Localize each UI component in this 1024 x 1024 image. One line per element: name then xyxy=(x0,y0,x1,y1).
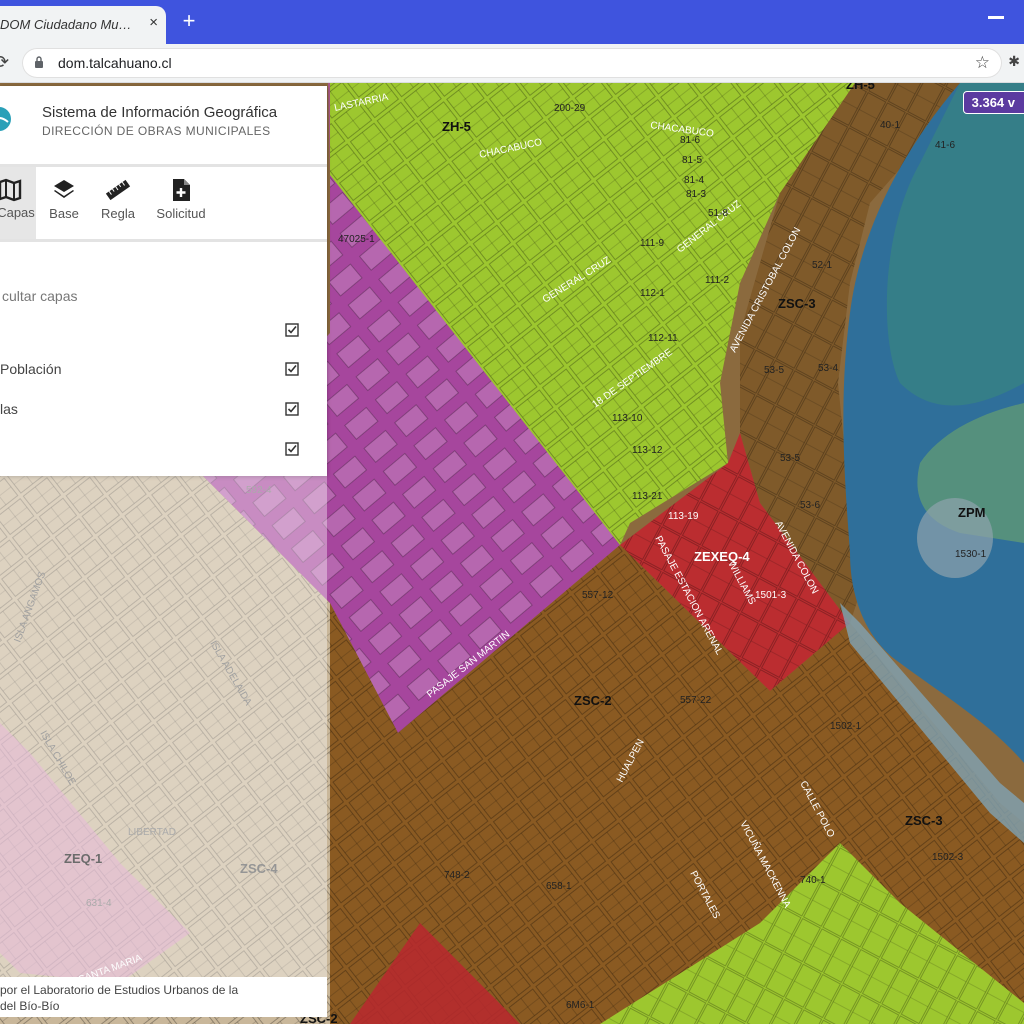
lot-label: 81-4 xyxy=(684,175,704,186)
url-text[interactable]: dom.talcahuano.cl xyxy=(58,55,172,71)
bookmark-star-icon[interactable]: ☆ xyxy=(975,53,990,73)
credits-line: del Bío-Bío xyxy=(0,999,60,1013)
lot-label: 81-6 xyxy=(680,135,700,146)
map-zone-label: ZSC-3 xyxy=(778,296,816,311)
lot-label: 6M6-1 xyxy=(566,1000,595,1011)
lock-icon xyxy=(35,56,43,68)
lot-label: 113-19 xyxy=(668,511,699,522)
map-icon xyxy=(0,178,22,202)
credits-line: por el Laboratorio de Estudios Urbanos d… xyxy=(0,983,239,997)
checkbox-checked-icon[interactable] xyxy=(285,323,299,337)
panel-translucent-area xyxy=(0,476,327,1017)
layers-icon xyxy=(54,180,74,198)
close-tab-icon[interactable]: × xyxy=(149,14,158,31)
browser-tab[interactable]: DOM Ciudadano Municipal × xyxy=(0,6,166,44)
tool-bar: Capas Base Regla Solicitud xyxy=(0,164,327,242)
lot-label: 41-6 xyxy=(935,140,955,151)
lot-label: 53-4 xyxy=(818,363,838,374)
map-zone-label: ZH-5 xyxy=(442,119,471,134)
lot-label: 112-11 xyxy=(648,333,678,344)
panel-title: Sistema de Información Geográfica xyxy=(42,104,278,121)
hide-layers-label[interactable]: cultar capas xyxy=(2,288,77,304)
layer-label: Población xyxy=(0,361,62,377)
minimize-window-icon[interactable] xyxy=(988,16,1004,19)
layer-row[interactable] xyxy=(0,319,327,343)
puzzle-icon[interactable]: ✱ xyxy=(1008,53,1020,70)
lot-label: 53-6 xyxy=(800,500,820,511)
lot-label: 113-10 xyxy=(612,413,643,424)
lot-label: 658-1 xyxy=(546,881,572,892)
lot-label: 47025-1 xyxy=(338,234,375,245)
layer-label: las xyxy=(0,401,18,417)
lot-label: 1502-3 xyxy=(932,852,964,863)
checkbox-checked-icon[interactable] xyxy=(285,362,299,376)
lot-label: 81-3 xyxy=(686,189,706,200)
lot-label: 740-1 xyxy=(800,875,826,886)
tool-layers[interactable]: Capas xyxy=(0,167,36,239)
lot-label: 53-5 xyxy=(780,453,800,464)
lot-label: 113-12 xyxy=(632,445,663,456)
lot-label: 557-12 xyxy=(582,590,614,601)
map-zone-label: ZH-5 xyxy=(846,83,875,92)
tool-request[interactable]: Solicitud xyxy=(150,167,212,239)
tool-label: Regla xyxy=(101,206,135,221)
map-zone-label: ZPM xyxy=(958,505,985,520)
map-zone-label: ZEXEQ-4 xyxy=(694,549,750,564)
lot-label: 748-2 xyxy=(444,870,470,881)
lot-label: 1502-1 xyxy=(830,721,862,732)
lot-label: 40-1 xyxy=(880,120,900,131)
map-zone-label: ZSC-3 xyxy=(905,813,943,828)
ruler-icon xyxy=(105,179,131,201)
scale-badge: 3.364 v xyxy=(962,91,1024,114)
layer-row[interactable]: Población xyxy=(0,358,327,382)
tab-title: DOM Ciudadano Municipal xyxy=(0,17,136,32)
layer-row[interactable]: las xyxy=(0,398,327,422)
new-tab-button[interactable]: + xyxy=(178,10,200,32)
panel-subtitle: DIRECCIÓN DE OBRAS MUNICIPALES xyxy=(42,124,271,138)
tool-label: Base xyxy=(49,206,79,221)
lot-label: 53-5 xyxy=(764,365,784,376)
lot-label: 111-2 xyxy=(705,275,730,286)
browser-tab-strip: DOM Ciudadano Municipal × + xyxy=(0,0,1024,44)
reload-icon[interactable]: ⟳ xyxy=(0,52,9,73)
lot-label: 112-1 xyxy=(640,288,665,299)
add-document-icon xyxy=(173,179,190,201)
tool-ruler[interactable]: Regla xyxy=(96,167,140,239)
lot-label: 51-8 xyxy=(708,208,728,219)
lot-label: 111-9 xyxy=(640,238,665,249)
tool-base[interactable]: Base xyxy=(42,167,86,239)
side-panel: Sistema de Información Geográfica DIRECC… xyxy=(0,86,327,476)
lot-label: 52-1 xyxy=(812,260,832,271)
checkbox-checked-icon[interactable] xyxy=(285,442,299,456)
lot-label: 81-5 xyxy=(682,155,702,166)
credits-box: por el Laboratorio de Estudios Urbanos d… xyxy=(0,977,327,1017)
map-zone-label: ZSC-2 xyxy=(574,693,612,708)
lot-label: 200-29 xyxy=(554,103,586,114)
tool-label: Capas xyxy=(0,205,35,220)
layer-row[interactable] xyxy=(0,438,327,462)
lot-label: 557-22 xyxy=(680,695,712,706)
address-bar[interactable]: dom.talcahuano.cl ☆ xyxy=(22,48,1002,78)
lot-label: 1501-3 xyxy=(755,590,787,601)
tool-label: Solicitud xyxy=(156,206,206,221)
municipal-logo-icon xyxy=(0,107,11,131)
browser-toolbar: ⟳ dom.talcahuano.cl ☆ ✱ xyxy=(0,44,1024,83)
checkbox-checked-icon[interactable] xyxy=(285,402,299,416)
lot-label: 113-21 xyxy=(632,491,663,502)
lot-label: 1530-1 xyxy=(955,549,987,560)
